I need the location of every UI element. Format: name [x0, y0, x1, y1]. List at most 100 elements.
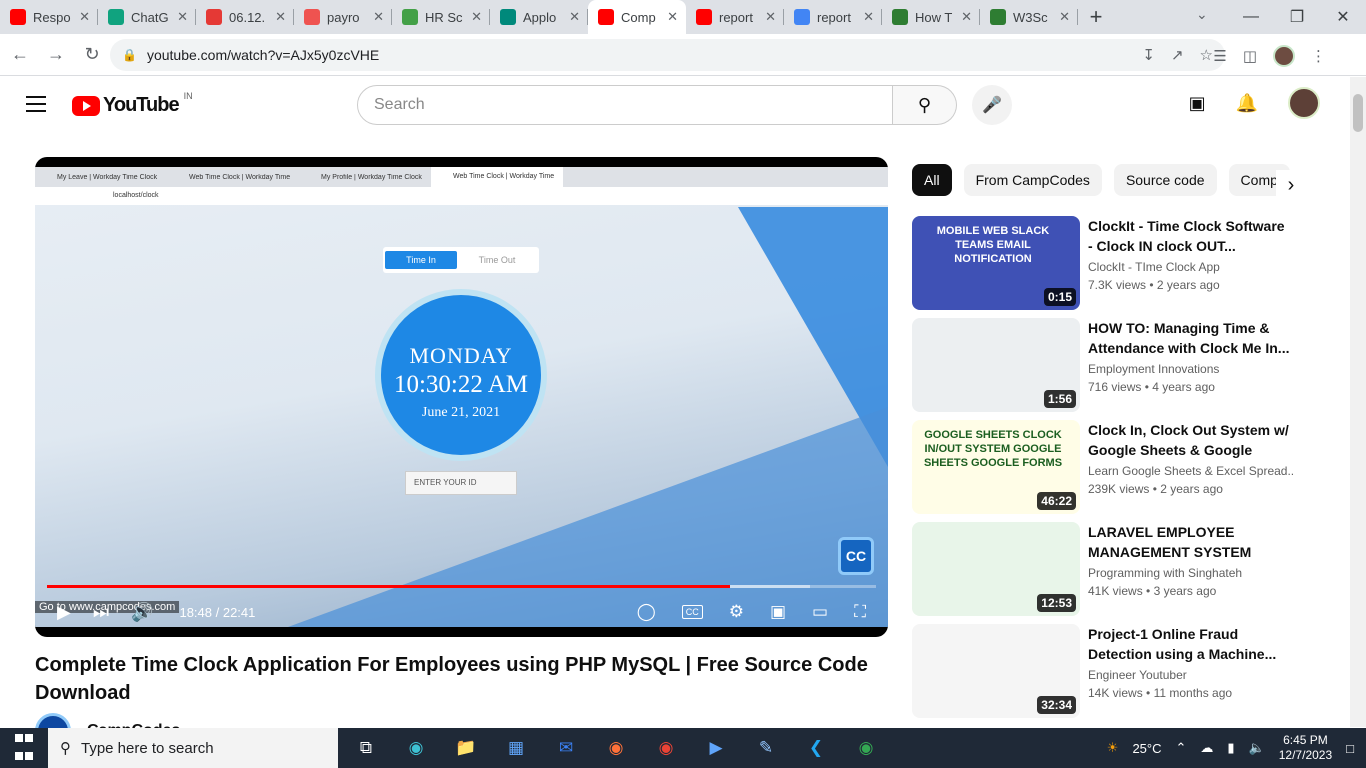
progress-bar[interactable]	[47, 585, 876, 588]
recommendation-item[interactable]: 32:34 Project-1 Online Fraud Detection us…	[912, 624, 1312, 726]
browser-tab[interactable]: W3Sc ✕	[980, 0, 1078, 34]
browser-tab[interactable]: Comp ✕	[588, 0, 686, 34]
recommendation-title[interactable]: Clock In, Clock Out System w/ Google She…	[1088, 420, 1293, 460]
browser-tab[interactable]: Respo ✕	[0, 0, 98, 34]
recommendation-item[interactable]: 1:56 HOW TO: Managing Time & Attendance w…	[912, 318, 1312, 420]
recommendation-item[interactable]: GOOGLE SHEETS CLOCK IN/OUT SYSTEM GOOGLE…	[912, 420, 1312, 522]
browser-tab[interactable]: report ✕	[686, 0, 784, 34]
firefox-icon[interactable]: ◉	[596, 728, 636, 768]
play-icon[interactable]: ▶	[57, 602, 71, 623]
tab-close-icon[interactable]: ✕	[1059, 9, 1070, 25]
tab-close-icon[interactable]: ✕	[373, 9, 384, 25]
voice-search-button[interactable]: 🎤	[972, 85, 1012, 125]
recommendation-title[interactable]: LARAVEL EMPLOYEE MANAGEMENT SYSTEM WITH.…	[1088, 522, 1293, 562]
browser-tab[interactable]: ChatG ✕	[98, 0, 196, 34]
share-icon[interactable]: ↗	[1171, 46, 1184, 64]
windows-start-icon[interactable]	[0, 730, 48, 766]
menu-dots-icon[interactable]: ⋮	[1311, 47, 1326, 65]
tab-close-icon[interactable]: ✕	[863, 9, 874, 25]
recommendation-title[interactable]: ClockIt - Time Clock Software - Clock IN…	[1088, 216, 1293, 256]
back-icon[interactable]: ←	[4, 39, 36, 71]
taskbar-clock[interactable]: 6:45 PM 12/7/2023	[1279, 733, 1332, 763]
video-thumbnail[interactable]: 12:53	[912, 522, 1080, 616]
notifications-bell-icon[interactable]: 🔔	[1236, 93, 1258, 114]
tray-chevron-icon[interactable]: ⌃	[1176, 740, 1187, 756]
hamburger-menu-icon[interactable]	[26, 96, 46, 117]
weather-temp[interactable]: 25°C	[1132, 741, 1161, 756]
tab-close-icon[interactable]: ✕	[177, 9, 188, 25]
reload-icon[interactable]: ↻	[76, 39, 108, 71]
chrome-icon[interactable]: ◉	[646, 728, 686, 768]
chip-source-code[interactable]: Source code	[1113, 164, 1217, 196]
tab-close-icon[interactable]: ✕	[667, 9, 678, 25]
tab-close-icon[interactable]: ✕	[275, 9, 286, 25]
file-explorer-icon[interactable]: 📁	[446, 728, 486, 768]
battery-icon[interactable]: ▮	[1227, 740, 1234, 756]
browser-tab[interactable]: How T ✕	[882, 0, 980, 34]
taskbar-search[interactable]: ⚲ Type here to search	[48, 728, 338, 768]
fullscreen-icon[interactable]: ⛶	[854, 602, 866, 622]
browser-tab[interactable]: report ✕	[784, 0, 882, 34]
notepad-icon[interactable]: ✎	[746, 728, 786, 768]
chrome-icon[interactable]: ◉	[846, 728, 886, 768]
browser-tab[interactable]: HR Sc ✕	[392, 0, 490, 34]
account-avatar[interactable]	[1288, 87, 1320, 119]
recommendation-channel[interactable]: ClockIt - TIme Clock App	[1088, 260, 1293, 274]
tab-close-icon[interactable]: ✕	[961, 9, 972, 25]
close-window-icon[interactable]: ✕	[1320, 0, 1366, 34]
video-player[interactable]: My Leave | Workday Time Clock Web Time C…	[35, 157, 888, 637]
vscode-icon[interactable]: ❮	[796, 728, 836, 768]
video-thumbnail[interactable]: 1:56	[912, 318, 1080, 412]
task-view-icon[interactable]: ⧉	[346, 728, 386, 768]
install-icon[interactable]: ↧	[1142, 46, 1155, 64]
speaker-icon[interactable]: 🔈	[1249, 740, 1265, 756]
recommendation-channel[interactable]: Engineer Youtuber	[1088, 668, 1293, 682]
video-thumbnail[interactable]: GOOGLE SHEETS CLOCK IN/OUT SYSTEM GOOGLE…	[912, 420, 1080, 514]
autoplay-toggle-icon[interactable]: ◯	[637, 602, 656, 622]
chevron-right-icon[interactable]: ›	[1276, 170, 1306, 200]
store-icon[interactable]: ▦	[496, 728, 536, 768]
recommendation-item[interactable]: 12:53 LARAVEL EMPLOYEE MANAGEMENT SYSTEM …	[912, 522, 1312, 624]
reading-list-icon[interactable]: ☰	[1213, 47, 1226, 65]
search-input[interactable]: Search	[357, 85, 893, 125]
recommendation-channel[interactable]: Employment Innovations	[1088, 362, 1293, 376]
tab-close-icon[interactable]: ✕	[569, 9, 580, 25]
network-icon[interactable]: ☁	[1200, 740, 1213, 756]
new-tab-icon[interactable]: +	[1078, 0, 1114, 34]
minimize-icon[interactable]: —	[1228, 0, 1274, 34]
miniplayer-icon[interactable]: ▣	[770, 602, 786, 622]
browser-tab[interactable]: payro ✕	[294, 0, 392, 34]
recommendation-title[interactable]: HOW TO: Managing Time & Attendance with …	[1088, 318, 1293, 358]
edge-icon[interactable]: ◉	[396, 728, 436, 768]
restore-icon[interactable]: ❐	[1274, 0, 1320, 34]
tab-close-icon[interactable]: ✕	[471, 9, 482, 25]
side-panel-icon[interactable]: ◫	[1243, 47, 1257, 65]
page-scrollbar[interactable]	[1350, 77, 1366, 727]
weather-icon[interactable]: ☀	[1107, 740, 1119, 756]
volume-icon[interactable]: 🔊	[131, 602, 153, 623]
browser-tab[interactable]: 06.12. ✕	[196, 0, 294, 34]
settings-gear-icon[interactable]: ⚙	[729, 602, 744, 622]
youtube-logo[interactable]: YouTube IN	[72, 91, 193, 117]
media-player-icon[interactable]: ▶	[696, 728, 736, 768]
tab-close-icon[interactable]: ✕	[79, 9, 90, 25]
next-icon[interactable]: ⏭	[93, 602, 109, 623]
profile-avatar[interactable]	[1273, 45, 1295, 67]
tab-close-icon[interactable]: ✕	[765, 9, 776, 25]
forward-icon[interactable]: →	[40, 39, 72, 71]
chip-all[interactable]: All	[912, 164, 952, 196]
address-bar[interactable]: 🔒 youtube.com/watch?v=AJx5y0zcVHE ↧ ↗ ☆	[110, 39, 1225, 71]
bookmark-star-icon[interactable]: ☆	[1200, 46, 1213, 64]
recommendation-channel[interactable]: Programming with Singhateh	[1088, 566, 1293, 580]
video-thumbnail[interactable]: MOBILE WEB SLACK TEAMS EMAIL NOTIFICATIO…	[912, 216, 1080, 310]
video-thumbnail[interactable]: 32:34	[912, 624, 1080, 718]
theater-mode-icon[interactable]: ▭	[812, 602, 828, 622]
browser-tab[interactable]: Applo ✕	[490, 0, 588, 34]
scrollbar-thumb[interactable]	[1353, 94, 1363, 132]
recommendation-title[interactable]: Project-1 Online Fraud Detection using a…	[1088, 624, 1293, 664]
recommendation-channel[interactable]: Learn Google Sheets & Excel Spread...	[1088, 464, 1293, 478]
create-video-icon[interactable]: ▣	[1189, 93, 1206, 114]
mail-icon[interactable]: ✉	[546, 728, 586, 768]
tab-search-chevron-icon[interactable]: ⌄	[1196, 6, 1208, 23]
chip-from-channel[interactable]: From CampCodes	[963, 164, 1102, 196]
